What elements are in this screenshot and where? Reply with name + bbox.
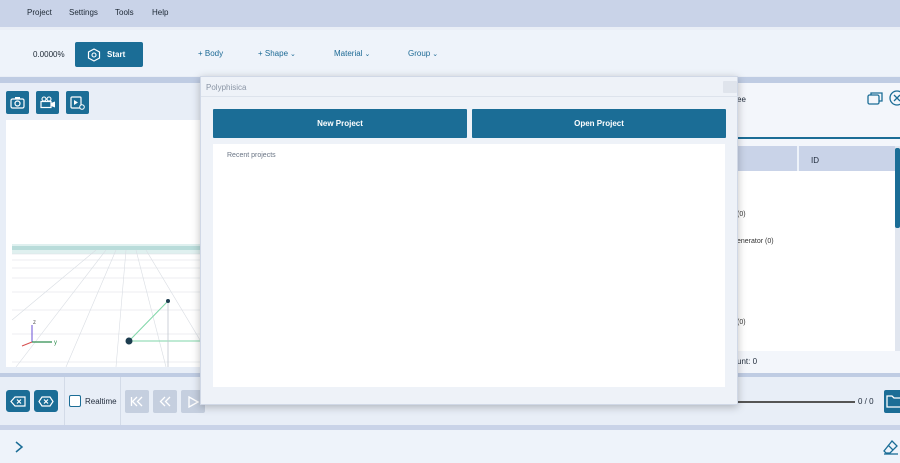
menu-project[interactable]: Project [27, 8, 52, 17]
dialog-header-separator [201, 96, 739, 97]
video-settings-icon [70, 95, 85, 110]
dialog-close-button[interactable] [723, 81, 737, 93]
dialog-title: Polyphisica [206, 83, 247, 92]
frame-counter: 0 / 0 [858, 397, 874, 406]
header-separator [797, 146, 799, 171]
footer-bar [0, 430, 900, 463]
3d-viewport[interactable]: z y [6, 120, 200, 367]
skip-start-button[interactable] [125, 390, 149, 413]
realtime-label: Realtime [85, 397, 117, 406]
separator [120, 377, 121, 425]
tree-body[interactable]: (0) enerator (0) (0) [737, 171, 895, 351]
rewind-icon [159, 396, 171, 407]
group-label: Group [408, 49, 431, 58]
skip-start-icon [130, 396, 143, 407]
3d-scene: z y [11, 244, 200, 367]
group-button[interactable]: Group ⌄ [408, 49, 438, 58]
open-project-button[interactable]: Open Project [472, 109, 726, 138]
realtime-checkbox[interactable] [69, 395, 81, 407]
chevron-down-icon: ⌄ [290, 51, 296, 58]
play-icon [188, 395, 199, 408]
axis-y-label: y [54, 340, 57, 346]
video-camera-icon [39, 96, 55, 109]
record-button[interactable] [36, 91, 59, 114]
material-label: Material [334, 49, 363, 58]
search-underline [737, 137, 900, 139]
chevron-down-icon: ⌄ [432, 51, 439, 58]
backspace-icon [10, 395, 26, 407]
open-folder-button[interactable] [884, 390, 900, 413]
chevron-down-icon: ⌄ [364, 51, 371, 58]
separator [64, 377, 65, 425]
eraser-icon[interactable] [883, 439, 899, 455]
progress-text: 0.0000% [33, 50, 65, 59]
video-settings-button[interactable] [66, 91, 89, 114]
clear-button[interactable] [34, 390, 58, 412]
recent-projects-list[interactable]: Recent projects [213, 144, 725, 387]
menu-tools[interactable]: Tools [115, 8, 134, 17]
recent-projects-label: Recent projects [227, 152, 276, 159]
chevron-right-icon[interactable] [14, 441, 24, 453]
axis-z-label: z [33, 320, 36, 326]
tree-count: unt: 0 [737, 357, 758, 366]
backspace-button[interactable] [6, 390, 30, 412]
toolbar: 0.0000% Start + Body + Shape ⌄ Material ⌄ … [0, 30, 900, 76]
tree-scrollbar-thumb[interactable] [895, 148, 900, 228]
menu-bar: Project Settings Tools Help [0, 0, 900, 27]
start-hex-icon [87, 47, 101, 62]
add-shape-label: + Shape [258, 49, 289, 58]
material-button[interactable]: Material ⌄ [334, 49, 370, 58]
folder-icon [886, 395, 900, 408]
rewind-button[interactable] [153, 390, 177, 413]
timeline-slider[interactable] [737, 390, 855, 414]
timeline-track [737, 401, 855, 403]
clear-icon [38, 395, 54, 407]
object-tree-panel: ee ID (0) enerator (0) (0) unt: 0 [737, 83, 900, 373]
add-body-button[interactable]: + Body [198, 49, 223, 58]
viewport-panel: z y [0, 83, 200, 373]
camera-icon [10, 97, 25, 109]
start-dialog: Polyphisica New Project Open Project Rec… [200, 76, 739, 405]
window-restore-icon[interactable] [867, 91, 883, 105]
tree-item[interactable]: (0) [737, 319, 746, 326]
start-label: Start [107, 50, 126, 59]
add-shape-button[interactable]: + Shape ⌄ [258, 49, 296, 58]
new-project-button[interactable]: New Project [213, 109, 467, 138]
tree-item[interactable]: (0) [737, 211, 746, 218]
id-column-header[interactable]: ID [811, 156, 819, 165]
menu-settings[interactable]: Settings [69, 8, 98, 17]
start-button[interactable]: Start [75, 42, 143, 67]
close-circle-icon[interactable] [889, 90, 900, 106]
menu-help[interactable]: Help [152, 8, 168, 17]
screenshot-button[interactable] [6, 91, 29, 114]
tree-item[interactable]: enerator (0) [737, 238, 774, 245]
